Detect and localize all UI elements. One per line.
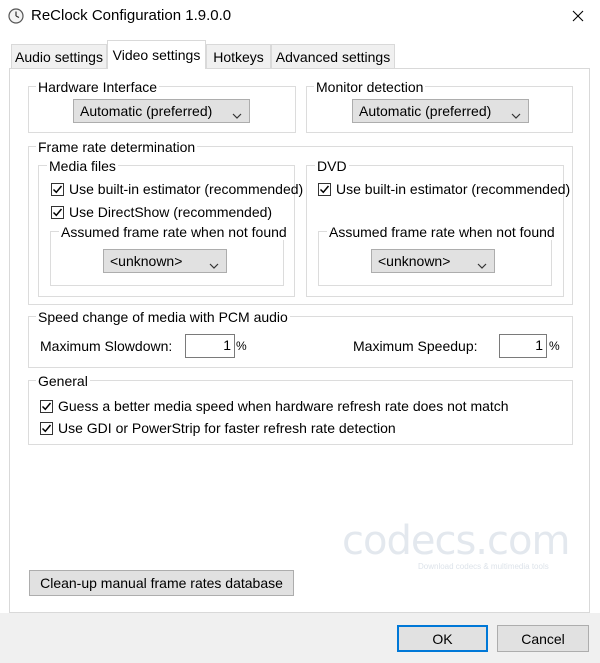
checkbox-checked-icon — [40, 421, 53, 435]
general-legend: General — [36, 373, 90, 389]
dvd-legend: DVD — [315, 158, 349, 174]
media-assumed-framerate-value: <unknown> — [110, 253, 183, 269]
clock-icon — [8, 8, 24, 24]
media-builtin-estimator-label: Use built-in estimator (recommended) — [69, 181, 304, 197]
close-icon — [572, 9, 584, 25]
gdi-powerstrip-label: Use GDI or PowerStrip for faster refresh… — [58, 420, 396, 436]
hardware-interface-select[interactable]: Automatic (preferred) — [73, 99, 250, 123]
media-directshow-checkbox[interactable]: Use DirectShow (recommended) — [51, 204, 272, 220]
speed-change-legend: Speed change of media with PCM audio — [36, 309, 290, 325]
max-slowdown-unit: % — [236, 339, 247, 353]
title-bar: ReClock Configuration 1.9.0.0 — [0, 0, 600, 34]
monitor-detection-legend: Monitor detection — [314, 79, 426, 95]
tab-video-settings[interactable]: Video settings — [107, 40, 206, 69]
max-speedup-label: Maximum Speedup: — [353, 338, 478, 354]
cleanup-framerates-button[interactable]: Clean-up manual frame rates database — [29, 570, 294, 596]
guess-media-speed-checkbox[interactable]: Guess a better media speed when hardware… — [40, 398, 509, 414]
dvd-assumed-framerate-value: <unknown> — [378, 253, 451, 269]
dvd-builtin-estimator-checkbox[interactable]: Use built-in estimator (recommended) — [318, 181, 570, 197]
cancel-button[interactable]: Cancel — [497, 625, 589, 652]
max-speedup-unit: % — [549, 339, 560, 353]
ok-button[interactable]: OK — [397, 625, 488, 652]
media-files-legend: Media files — [47, 158, 118, 174]
dvd-builtin-estimator-label: Use built-in estimator (recommended) — [336, 181, 571, 197]
max-slowdown-label: Maximum Slowdown: — [40, 338, 173, 354]
media-builtin-estimator-checkbox[interactable]: Use built-in estimator (recommended) — [51, 181, 303, 197]
checkbox-checked-icon — [318, 182, 331, 196]
chevron-down-icon — [477, 257, 487, 273]
window-title: ReClock Configuration 1.9.0.0 — [31, 7, 232, 24]
codecs-watermark-subtext: Download codecs & multimedia tools — [418, 562, 549, 571]
chevron-down-icon — [232, 107, 242, 123]
monitor-detection-value: Automatic (preferred) — [359, 103, 492, 119]
max-slowdown-input[interactable]: 1 — [185, 334, 235, 358]
dvd-assumed-framerate-select[interactable]: <unknown> — [371, 249, 495, 273]
chevron-down-icon — [209, 257, 219, 273]
close-button[interactable] — [555, 0, 600, 34]
tab-audio-settings[interactable]: Audio settings — [11, 44, 107, 68]
tab-advanced-settings[interactable]: Advanced settings — [271, 44, 395, 68]
frame-rate-legend: Frame rate determination — [36, 139, 198, 155]
checkbox-checked-icon — [51, 205, 64, 219]
chevron-down-icon — [511, 107, 521, 123]
media-assumed-framerate-select[interactable]: <unknown> — [103, 249, 227, 273]
gdi-powerstrip-checkbox[interactable]: Use GDI or PowerStrip for faster refresh… — [40, 420, 396, 436]
checkbox-checked-icon — [51, 182, 64, 196]
hardware-interface-value: Automatic (preferred) — [80, 103, 213, 119]
tab-hotkeys[interactable]: Hotkeys — [206, 44, 271, 68]
media-assumed-legend: Assumed frame rate when not found — [59, 224, 289, 240]
media-directshow-label: Use DirectShow (recommended) — [69, 204, 273, 220]
dvd-assumed-legend: Assumed frame rate when not found — [327, 224, 557, 240]
hardware-interface-legend: Hardware Interface — [36, 79, 160, 95]
guess-media-speed-label: Guess a better media speed when hardware… — [58, 398, 509, 414]
monitor-detection-select[interactable]: Automatic (preferred) — [352, 99, 529, 123]
checkbox-checked-icon — [40, 399, 53, 413]
codecs-watermark: codecs.com — [342, 518, 570, 564]
max-speedup-input[interactable]: 1 — [499, 334, 547, 358]
